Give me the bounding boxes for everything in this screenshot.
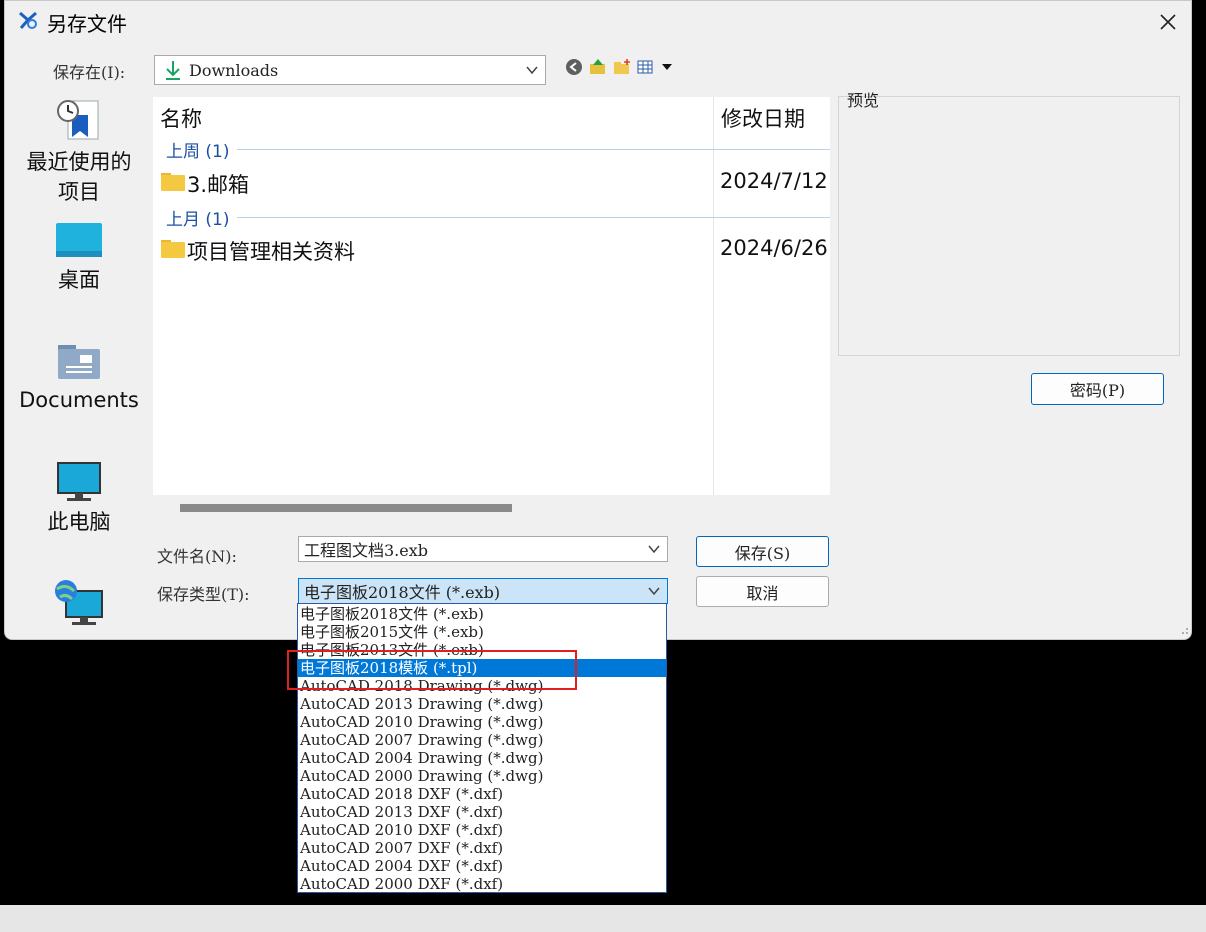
- place-this-pc[interactable]: 此电脑: [5, 461, 153, 537]
- up-folder-icon[interactable]: [589, 58, 607, 76]
- save-in-value: Downloads: [189, 60, 279, 80]
- file-date: 2024/7/12: [720, 169, 828, 193]
- filename-label: 文件名(N):: [157, 547, 237, 566]
- filetype-value: 电子图板2018文件 (*.exb): [304, 583, 501, 602]
- app-logo-icon: [19, 11, 37, 29]
- place-label: 最近使用的项目: [26, 150, 132, 204]
- horizontal-scrollbar[interactable]: [153, 495, 830, 521]
- group-header-label: 上周 (1): [166, 142, 230, 162]
- resize-grip-icon[interactable]: [1177, 623, 1189, 635]
- places-bar: 最近使用的项目 桌面 Documents 此电脑: [5, 89, 153, 639]
- chevron-down-icon: [526, 66, 538, 75]
- filetype-option[interactable]: 电子图板2018文件 (*.exb): [298, 605, 666, 623]
- filetype-combo[interactable]: 电子图板2018文件 (*.exb): [298, 578, 668, 604]
- group-header[interactable]: 上月 (1): [166, 205, 830, 230]
- file-date: 2024/6/26: [720, 236, 828, 260]
- download-icon: [166, 61, 180, 80]
- save-file-dialog: 另存文件 保存在(I): Downloads 最近使用的项目 桌面 Docume…: [4, 0, 1192, 640]
- file-list: 名称 修改日期 上周 (1) 3.邮箱 2024/7/12 上月 (1) 项目管…: [153, 97, 830, 495]
- filetype-option[interactable]: AutoCAD 2007 Drawing (*.dwg): [298, 731, 666, 749]
- save-button[interactable]: 保存(S): [696, 536, 829, 567]
- file-name: 3.邮箱: [187, 173, 250, 197]
- group-divider: [237, 149, 830, 150]
- view-menu-icon[interactable]: [637, 58, 655, 76]
- view-dropdown-arrow-icon[interactable]: [661, 62, 673, 72]
- filetype-option[interactable]: AutoCAD 2004 DXF (*.dxf): [298, 857, 666, 875]
- highlight-annotation-box: [287, 650, 577, 690]
- this-pc-icon: [57, 462, 101, 501]
- chevron-down-icon: [648, 587, 660, 596]
- dialog-title: 另存文件: [47, 12, 127, 36]
- group-header[interactable]: 上周 (1): [166, 137, 830, 162]
- preview-label: 预览: [847, 91, 880, 110]
- folder-icon: [161, 173, 185, 191]
- place-label: Documents: [19, 388, 139, 412]
- filetype-option[interactable]: AutoCAD 2010 DXF (*.dxf): [298, 821, 666, 839]
- filetype-option[interactable]: AutoCAD 2018 DXF (*.dxf): [298, 785, 666, 803]
- filetype-option[interactable]: AutoCAD 2010 Drawing (*.dwg): [298, 713, 666, 731]
- filetype-option[interactable]: AutoCAD 2000 DXF (*.dxf): [298, 875, 666, 892]
- save-in-label: 保存在(I):: [53, 63, 126, 82]
- cancel-button[interactable]: 取消: [696, 576, 829, 607]
- filename-input[interactable]: 工程图文档3.exb: [298, 536, 668, 562]
- chevron-down-icon: [648, 545, 660, 554]
- folder-icon: [161, 240, 185, 258]
- group-header-label: 上月 (1): [166, 210, 230, 230]
- filetype-option[interactable]: AutoCAD 2007 DXF (*.dxf): [298, 839, 666, 857]
- place-network[interactable]: [5, 579, 153, 633]
- place-label: 此电脑: [47, 510, 111, 534]
- list-item[interactable]: 3.邮箱 2024/7/12: [161, 165, 830, 199]
- password-button[interactable]: 密码(P): [1031, 373, 1164, 405]
- column-header-date[interactable]: 修改日期: [721, 103, 805, 133]
- desktop-icon: [56, 223, 102, 257]
- documents-icon: [58, 345, 100, 379]
- back-icon[interactable]: [565, 58, 583, 76]
- close-icon: [1160, 14, 1176, 30]
- nav-toolbar: [565, 57, 673, 77]
- column-header-name[interactable]: 名称: [160, 103, 202, 133]
- close-button[interactable]: [1155, 9, 1181, 35]
- place-documents[interactable]: Documents: [5, 341, 153, 415]
- place-recent[interactable]: 最近使用的项目: [5, 97, 153, 207]
- filetype-option[interactable]: AutoCAD 2013 DXF (*.dxf): [298, 803, 666, 821]
- new-folder-icon[interactable]: [613, 58, 631, 76]
- filetype-option[interactable]: 电子图板2015文件 (*.exb): [298, 623, 666, 641]
- filetype-dropdown-list: 电子图板2018文件 (*.exb) 电子图板2015文件 (*.exb) 电子图板…: [297, 603, 667, 893]
- place-desktop[interactable]: 桌面: [5, 221, 153, 295]
- list-item[interactable]: 项目管理相关资料 2024/6/26: [161, 232, 830, 266]
- filetype-option[interactable]: AutoCAD 2004 Drawing (*.dwg): [298, 749, 666, 767]
- place-label: 桌面: [58, 268, 100, 292]
- network-icon: [55, 580, 103, 625]
- preview-pane: [838, 96, 1180, 356]
- filetype-option[interactable]: AutoCAD 2000 Drawing (*.dwg): [298, 767, 666, 785]
- filetype-option[interactable]: AutoCAD 2013 Drawing (*.dwg): [298, 695, 666, 713]
- recent-items-icon: [57, 100, 99, 140]
- group-divider: [237, 217, 830, 218]
- title-bar: 另存文件: [5, 1, 1191, 41]
- save-in-combo[interactable]: Downloads: [154, 55, 546, 85]
- file-name: 项目管理相关资料: [187, 240, 355, 264]
- taskbar-strip: [0, 905, 1206, 932]
- filename-value: 工程图文档3.exb: [304, 541, 429, 560]
- filetype-label: 保存类型(T):: [157, 585, 250, 604]
- scrollbar-thumb[interactable]: [180, 504, 512, 512]
